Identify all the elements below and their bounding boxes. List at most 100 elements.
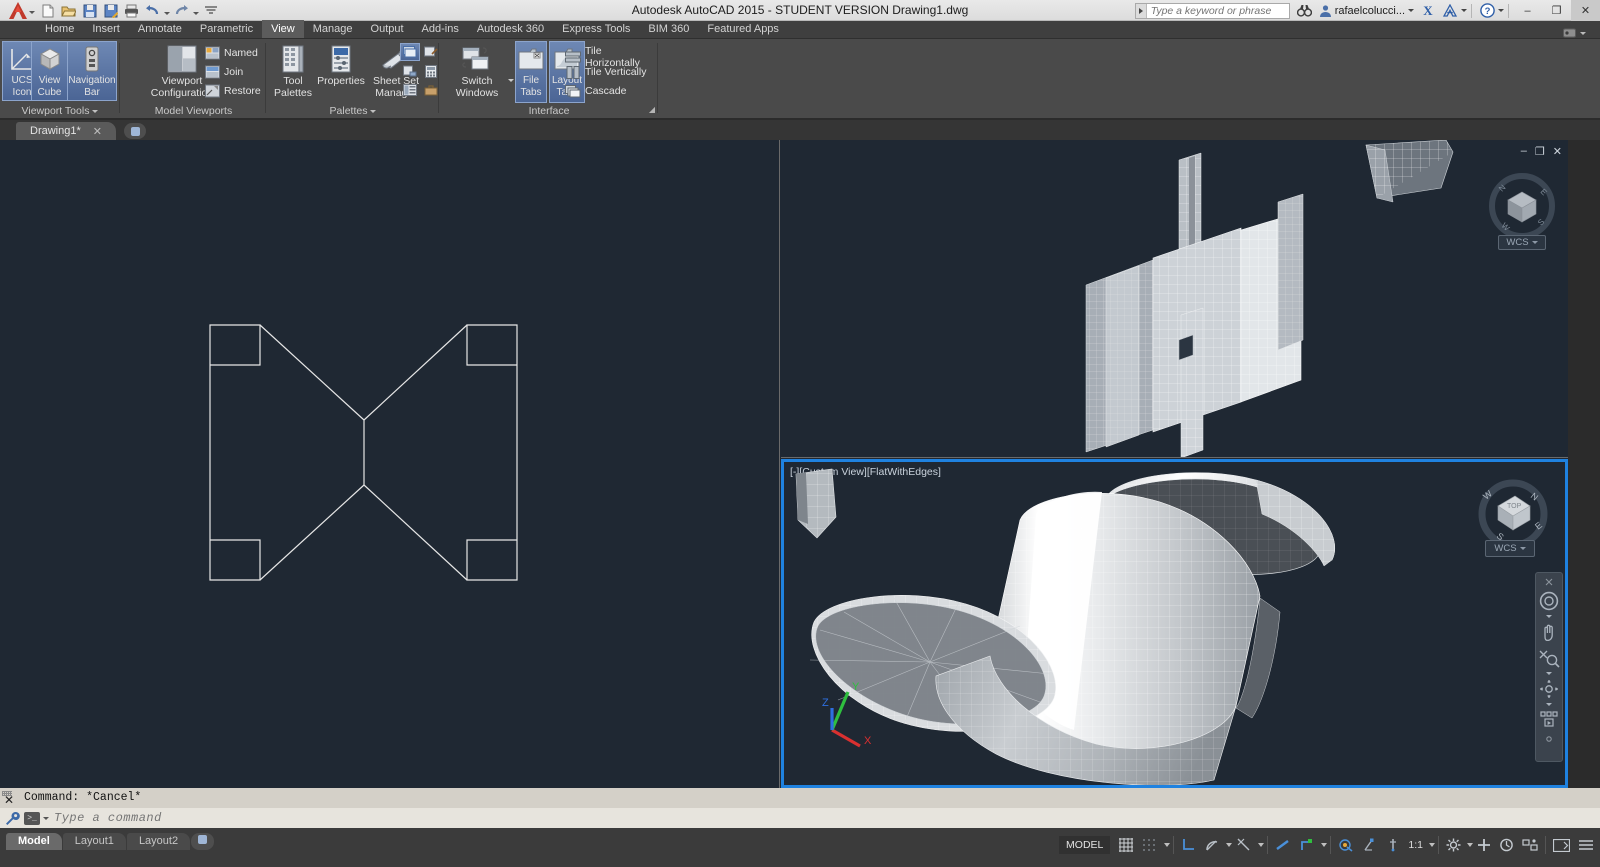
tab-annotate[interactable]: Annotate — [129, 20, 191, 38]
lineweight-icon[interactable] — [1271, 834, 1295, 856]
navbar-close-icon[interactable] — [1537, 577, 1561, 587]
polar-tracking-icon[interactable] — [1200, 834, 1224, 856]
help-icon[interactable]: ? — [1476, 0, 1498, 21]
viewport-maximize-icon[interactable]: ❐ — [1535, 145, 1545, 158]
file-tab-close-icon[interactable]: ✕ — [93, 125, 102, 138]
osnap-track-caret[interactable] — [1258, 843, 1265, 847]
tool-palettes-button[interactable]: Tool Palettes — [269, 43, 317, 99]
command-options-wrench-icon[interactable] — [0, 811, 24, 826]
tab-insert[interactable]: Insert — [83, 20, 129, 38]
viewport-right-top-3d[interactable]: – ❐ ✕ N E S W WCS — [781, 140, 1568, 458]
steering-wheels-icon[interactable] — [1537, 589, 1561, 613]
search-box[interactable] — [1134, 2, 1290, 19]
wcs-selector-top[interactable]: WCS — [1498, 235, 1546, 250]
orbit-caret[interactable] — [1546, 703, 1552, 706]
switch-windows-button[interactable]: Switch Windows — [446, 43, 508, 99]
ribbon-display-options[interactable] — [1563, 28, 1600, 38]
help-dropdown-caret[interactable] — [1498, 9, 1504, 12]
view-cube-widget-top[interactable]: N E S W — [1486, 170, 1558, 245]
right-scroll-strip[interactable] — [1568, 140, 1600, 788]
viewport-tools-expand-caret[interactable] — [92, 109, 99, 113]
viewport-minimize-icon[interactable]: – — [1521, 145, 1527, 158]
zoom-caret[interactable] — [1546, 672, 1552, 675]
object-snap-icon[interactable] — [1295, 834, 1319, 856]
tab-home[interactable]: Home — [36, 20, 83, 38]
autodesk-a360-icon[interactable] — [1439, 0, 1461, 21]
search-binoculars-icon[interactable] — [1294, 0, 1316, 21]
layout-tab-layout2[interactable]: Layout2 — [126, 833, 191, 850]
user-account-button[interactable]: rafaelcolucci... — [1316, 4, 1417, 17]
wcs-caret-bottom[interactable] — [1519, 547, 1526, 550]
switch-windows-caret[interactable] — [508, 79, 514, 82]
tab-manage[interactable]: Manage — [304, 20, 362, 38]
wcs-caret-top[interactable] — [1531, 241, 1538, 244]
palettes-expand-caret[interactable] — [370, 109, 377, 113]
customization-icon[interactable] — [1574, 834, 1598, 856]
snap-dropdown-caret[interactable] — [1164, 843, 1171, 847]
selection-cycling-icon[interactable] — [1334, 834, 1358, 856]
search-input[interactable] — [1146, 4, 1289, 17]
annotation-scale-label[interactable]: 1:1 — [1404, 834, 1427, 856]
named-viewports-button[interactable]: Named — [204, 45, 258, 61]
a360-dropdown-caret[interactable] — [1461, 9, 1467, 12]
close-button[interactable]: ✕ — [1571, 0, 1600, 21]
3d-object-snap-icon[interactable] — [1358, 834, 1382, 856]
annotation-visibility-icon[interactable] — [1442, 834, 1465, 856]
maximize-button[interactable]: ❐ — [1542, 0, 1571, 21]
join-viewports-button[interactable]: Join — [204, 64, 243, 80]
viewport-close-icon[interactable]: ✕ — [1553, 145, 1562, 158]
model-space-button[interactable]: MODEL — [1059, 836, 1111, 854]
external-references-button[interactable] — [400, 43, 420, 61]
layout-tab-layout1[interactable]: Layout1 — [62, 833, 126, 850]
ribbon-options-caret[interactable] — [1580, 31, 1586, 35]
pan-hand-icon[interactable] — [1537, 620, 1561, 644]
showmotion-icon[interactable] — [1537, 708, 1561, 732]
command-prompt-caret[interactable] — [43, 816, 49, 820]
restore-viewports-button[interactable]: Restore — [204, 83, 261, 99]
grid-display-icon[interactable] — [1114, 834, 1138, 856]
navbar-options-icon[interactable] — [1537, 734, 1561, 744]
viewport-right-bottom-3d-active[interactable]: [-][Custom View][FlatWithEdges] X Y Z N … — [781, 459, 1568, 788]
tab-featured-apps[interactable]: Featured Apps — [698, 20, 788, 38]
interface-dialog-launcher[interactable]: ◢ — [649, 102, 655, 117]
new-file-tab-button[interactable] — [124, 123, 146, 139]
object-snap-tracking-icon[interactable] — [1232, 834, 1256, 856]
cascade-button[interactable]: Cascade — [565, 83, 626, 99]
navigation-bar-widget[interactable] — [1535, 572, 1563, 762]
minimize-button[interactable]: – — [1513, 0, 1542, 21]
osnap-dropdown-caret[interactable] — [1321, 843, 1328, 847]
tab-add-ins[interactable]: Add-ins — [413, 20, 468, 38]
file-tabs-button[interactable]: File Tabs — [515, 41, 547, 103]
navigation-bar-button[interactable]: Navigation Bar — [67, 41, 117, 101]
properties-button[interactable]: Properties — [315, 43, 367, 87]
dbconnect-button[interactable] — [400, 62, 420, 80]
tab-express-tools[interactable]: Express Tools — [553, 20, 639, 38]
viewport-left-wireframe[interactable] — [0, 140, 780, 788]
ortho-mode-icon[interactable] — [1177, 834, 1200, 856]
design-center-button[interactable] — [400, 81, 420, 99]
hardware-acceleration-icon[interactable] — [1495, 834, 1518, 856]
zoom-extents-icon[interactable] — [1537, 646, 1561, 670]
command-input[interactable] — [54, 811, 1600, 825]
add-layout-button[interactable] — [191, 833, 215, 850]
tab-view[interactable]: View — [262, 20, 304, 38]
file-tab-drawing1[interactable]: Drawing1* ✕ — [16, 122, 116, 140]
search-dropdown-caret[interactable] — [1135, 3, 1147, 18]
dynamic-ucs-icon[interactable] — [1382, 834, 1404, 856]
view-cube-button[interactable]: View Cube — [31, 41, 68, 101]
steering-wheels-caret[interactable] — [1546, 615, 1552, 618]
orbit-icon[interactable] — [1537, 677, 1561, 701]
user-dropdown-caret[interactable] — [1408, 9, 1414, 12]
tab-autodesk-360[interactable]: Autodesk 360 — [468, 20, 553, 38]
tab-parametric[interactable]: Parametric — [191, 20, 262, 38]
annotation-scale-caret[interactable] — [1429, 843, 1435, 847]
snap-mode-icon[interactable] — [1138, 834, 1162, 856]
layout-tab-model[interactable]: Model — [6, 833, 62, 850]
clean-screen-icon[interactable] — [1549, 834, 1574, 856]
workspace-switching-icon[interactable] — [1473, 834, 1495, 856]
tile-vertically-button[interactable]: Tile Vertically — [565, 64, 646, 80]
tab-bim-360[interactable]: BIM 360 — [639, 20, 698, 38]
tab-output[interactable]: Output — [362, 20, 413, 38]
isolate-objects-icon[interactable] — [1518, 834, 1542, 856]
wcs-selector-bottom[interactable]: WCS — [1485, 540, 1535, 557]
